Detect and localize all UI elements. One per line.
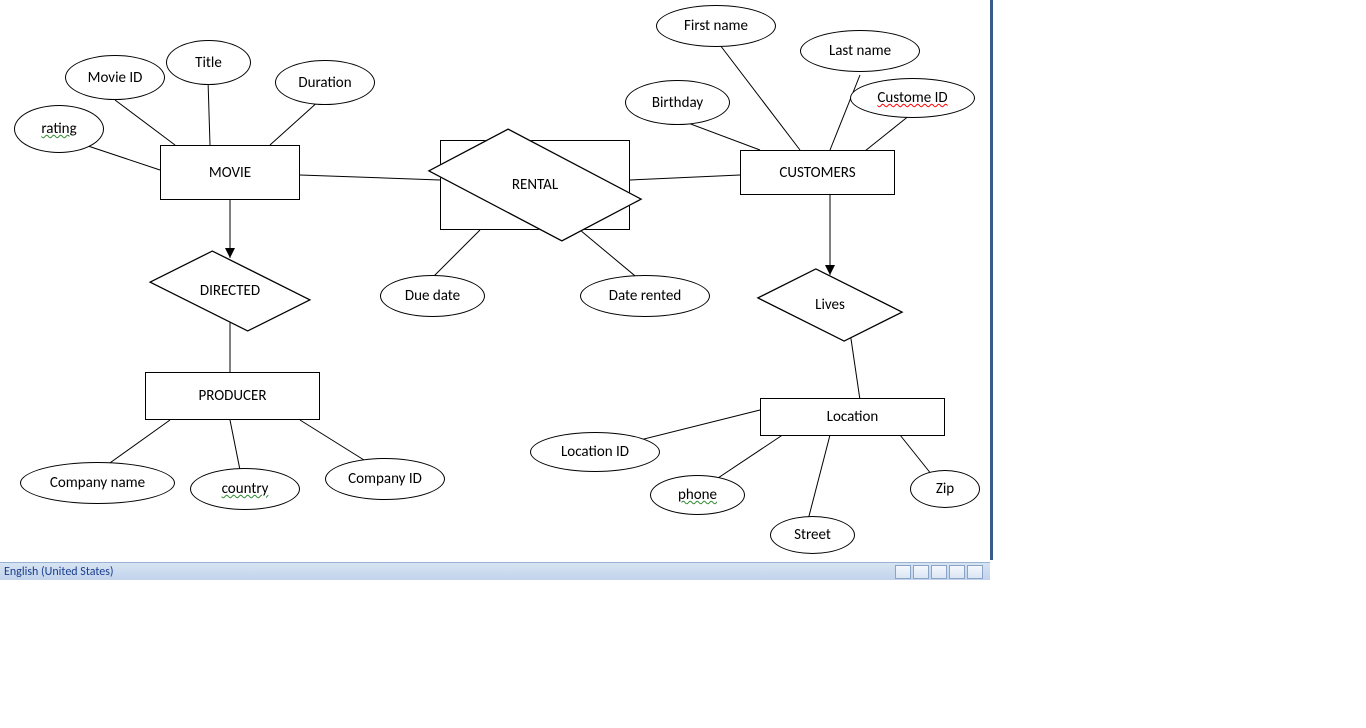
attr-custome-id-label: Custome ID <box>877 89 947 107</box>
attr-rating-label: rating <box>41 120 76 138</box>
attr-company-name[interactable]: Company name <box>20 462 175 504</box>
attr-movie-id[interactable]: Movie ID <box>65 55 165 100</box>
relationship-lives-label: Lives <box>815 296 845 314</box>
attr-first-name-label: First name <box>684 17 748 35</box>
attr-first-name[interactable]: First name <box>656 5 776 47</box>
entity-customers[interactable]: CUSTOMERS <box>740 150 895 195</box>
attr-date-rented-label: Date rented <box>609 287 681 305</box>
attr-location-id[interactable]: Location ID <box>530 432 660 472</box>
attr-phone-label: phone <box>678 486 717 504</box>
attr-country-label: country <box>222 480 269 498</box>
attr-title-label: Title <box>195 54 222 72</box>
entity-movie-label: MOVIE <box>209 164 251 182</box>
attr-birthday[interactable]: Birthday <box>625 80 730 125</box>
attr-duration-label: Duration <box>298 74 351 92</box>
relationship-rental[interactable]: RENTAL <box>440 140 630 230</box>
entity-movie[interactable]: MOVIE <box>160 145 300 200</box>
relationship-rental-label: RENTAL <box>512 176 558 194</box>
view-print-layout-icon[interactable] <box>895 565 911 579</box>
attr-duration[interactable]: Duration <box>275 60 375 105</box>
status-bar: English (United States) <box>0 562 990 580</box>
attr-street[interactable]: Street <box>770 516 855 554</box>
attr-country[interactable]: country <box>190 468 300 510</box>
relationship-directed-label: DIRECTED <box>200 282 260 300</box>
attr-company-id[interactable]: Company ID <box>325 458 445 500</box>
entity-location[interactable]: Location <box>760 398 945 436</box>
view-full-screen-icon[interactable] <box>913 565 929 579</box>
relationship-lives[interactable]: Lives <box>760 275 900 335</box>
attr-last-name-label: Last name <box>829 42 891 60</box>
attr-title[interactable]: Title <box>166 40 251 85</box>
attr-last-name[interactable]: Last name <box>800 30 920 72</box>
view-web-layout-icon[interactable] <box>931 565 947 579</box>
attr-zip[interactable]: Zip <box>910 470 980 508</box>
attr-custome-id[interactable]: Custome ID <box>850 78 975 118</box>
er-diagram-canvas: MOVIE Movie ID Title Duration rating REN… <box>0 0 993 560</box>
view-outline-icon[interactable] <box>949 565 965 579</box>
entity-producer-label: PRODUCER <box>199 387 267 405</box>
status-language[interactable]: English (United States) <box>0 565 114 579</box>
entity-producer[interactable]: PRODUCER <box>145 372 320 420</box>
attr-date-rented[interactable]: Date rented <box>580 275 710 317</box>
entity-location-label: Location <box>827 408 879 426</box>
attr-movie-id-label: Movie ID <box>88 69 143 87</box>
attr-due-date-label: Due date <box>405 287 460 305</box>
relationship-directed[interactable]: DIRECTED <box>155 258 305 323</box>
attr-location-id-label: Location ID <box>561 443 629 461</box>
attr-zip-label: Zip <box>936 480 954 498</box>
attr-phone[interactable]: phone <box>650 475 745 515</box>
entity-customers-label: CUSTOMERS <box>779 164 855 182</box>
attr-company-name-label: Company name <box>50 474 145 492</box>
attr-company-id-label: Company ID <box>348 470 422 488</box>
attr-birthday-label: Birthday <box>652 94 703 112</box>
attr-due-date[interactable]: Due date <box>380 275 485 317</box>
attr-rating[interactable]: rating <box>14 105 104 153</box>
view-draft-icon[interactable] <box>967 565 983 579</box>
attr-street-label: Street <box>794 526 831 544</box>
